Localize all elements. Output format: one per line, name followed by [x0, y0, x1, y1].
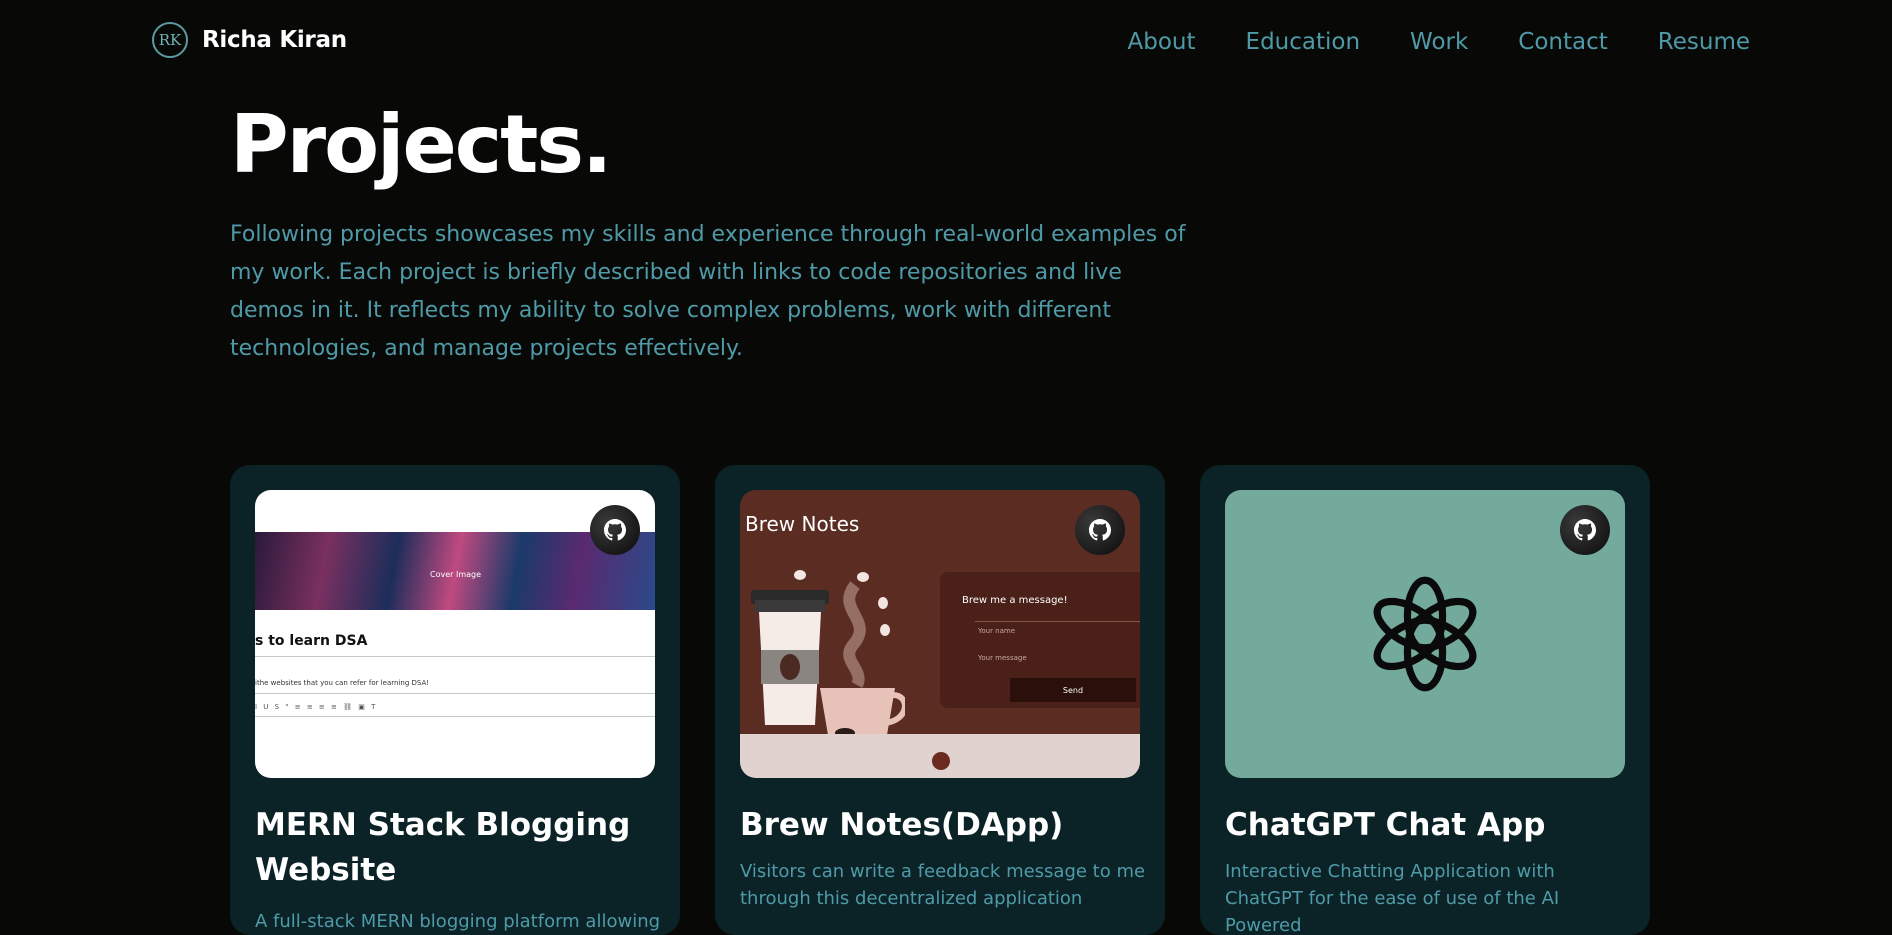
nav-link-resume[interactable]: Resume: [1658, 29, 1750, 55]
section-intro: Following projects showcases my skills a…: [230, 222, 1186, 361]
nav-link-education[interactable]: Education: [1246, 29, 1361, 55]
github-link-button[interactable]: [590, 505, 640, 555]
project-description: A full-stack MERN blogging platform allo…: [255, 911, 661, 932]
field-divider: [975, 621, 1140, 622]
project-description: Visitors can write a feedback message to…: [740, 861, 1146, 909]
divider: [255, 716, 655, 717]
project-title: ChatGPT Chat App: [1225, 807, 1546, 843]
brand-name: Richa Kiran: [202, 27, 347, 53]
github-link-button[interactable]: [1560, 505, 1610, 555]
scroll-dot[interactable]: [932, 752, 950, 770]
github-link-button[interactable]: [1075, 505, 1125, 555]
openai-logo-icon: [1373, 576, 1477, 692]
cover-image-label: Cover Image: [430, 570, 482, 579]
post-title: s to learn DSA: [255, 633, 368, 649]
github-icon: [604, 519, 626, 541]
section-title: Projects.: [230, 98, 612, 191]
editor-toolbar: I U S " ≡ ≡ ≡ ≡ ⛓ ▣ T: [255, 703, 378, 711]
coffee-cup-icon: [751, 570, 905, 735]
project-card-mern-blog: Cover Image s to learn DSA ithe websites…: [230, 465, 680, 935]
nav-links: About Education Work Contact Resume: [1128, 29, 1750, 55]
name-field[interactable]: Your name: [978, 627, 1015, 635]
brand-logo: RK: [152, 22, 188, 58]
project-title: Brew Notes(DApp): [740, 807, 1064, 843]
github-icon: [1574, 519, 1596, 541]
nav-link-contact[interactable]: Contact: [1518, 29, 1607, 55]
project-card-brew-notes: Brew Notes Brew me a message! Your name …: [715, 465, 1165, 935]
project-thumbnail: Cover Image s to learn DSA ithe websites…: [255, 490, 655, 778]
navbar: RK Richa Kiran About Education Work Cont…: [0, 0, 1892, 88]
project-card-chatgpt-app: ChatGPT Chat App Interactive Chatting Ap…: [1200, 465, 1650, 935]
form-title: Brew me a message!: [962, 595, 1068, 606]
divider: [255, 693, 655, 694]
divider: [255, 656, 655, 657]
post-description: ithe websites that you can refer for lea…: [255, 679, 430, 687]
brand[interactable]: RK Richa Kiran: [152, 22, 347, 58]
nav-link-work[interactable]: Work: [1410, 29, 1468, 55]
send-button[interactable]: Send: [1010, 678, 1136, 702]
project-thumbnail: Brew Notes Brew me a message! Your name …: [740, 490, 1140, 778]
project-description: Interactive Chatting Application with Ch…: [1225, 861, 1560, 935]
message-form: Brew me a message! Your name Your messag…: [940, 572, 1140, 708]
github-icon: [1089, 519, 1111, 541]
nav-link-about[interactable]: About: [1128, 29, 1196, 55]
project-thumbnail: [1225, 490, 1625, 778]
message-field[interactable]: Your message: [978, 654, 1027, 662]
app-title: Brew Notes: [745, 512, 860, 536]
project-title: MERN Stack Blogging Website: [255, 807, 631, 888]
